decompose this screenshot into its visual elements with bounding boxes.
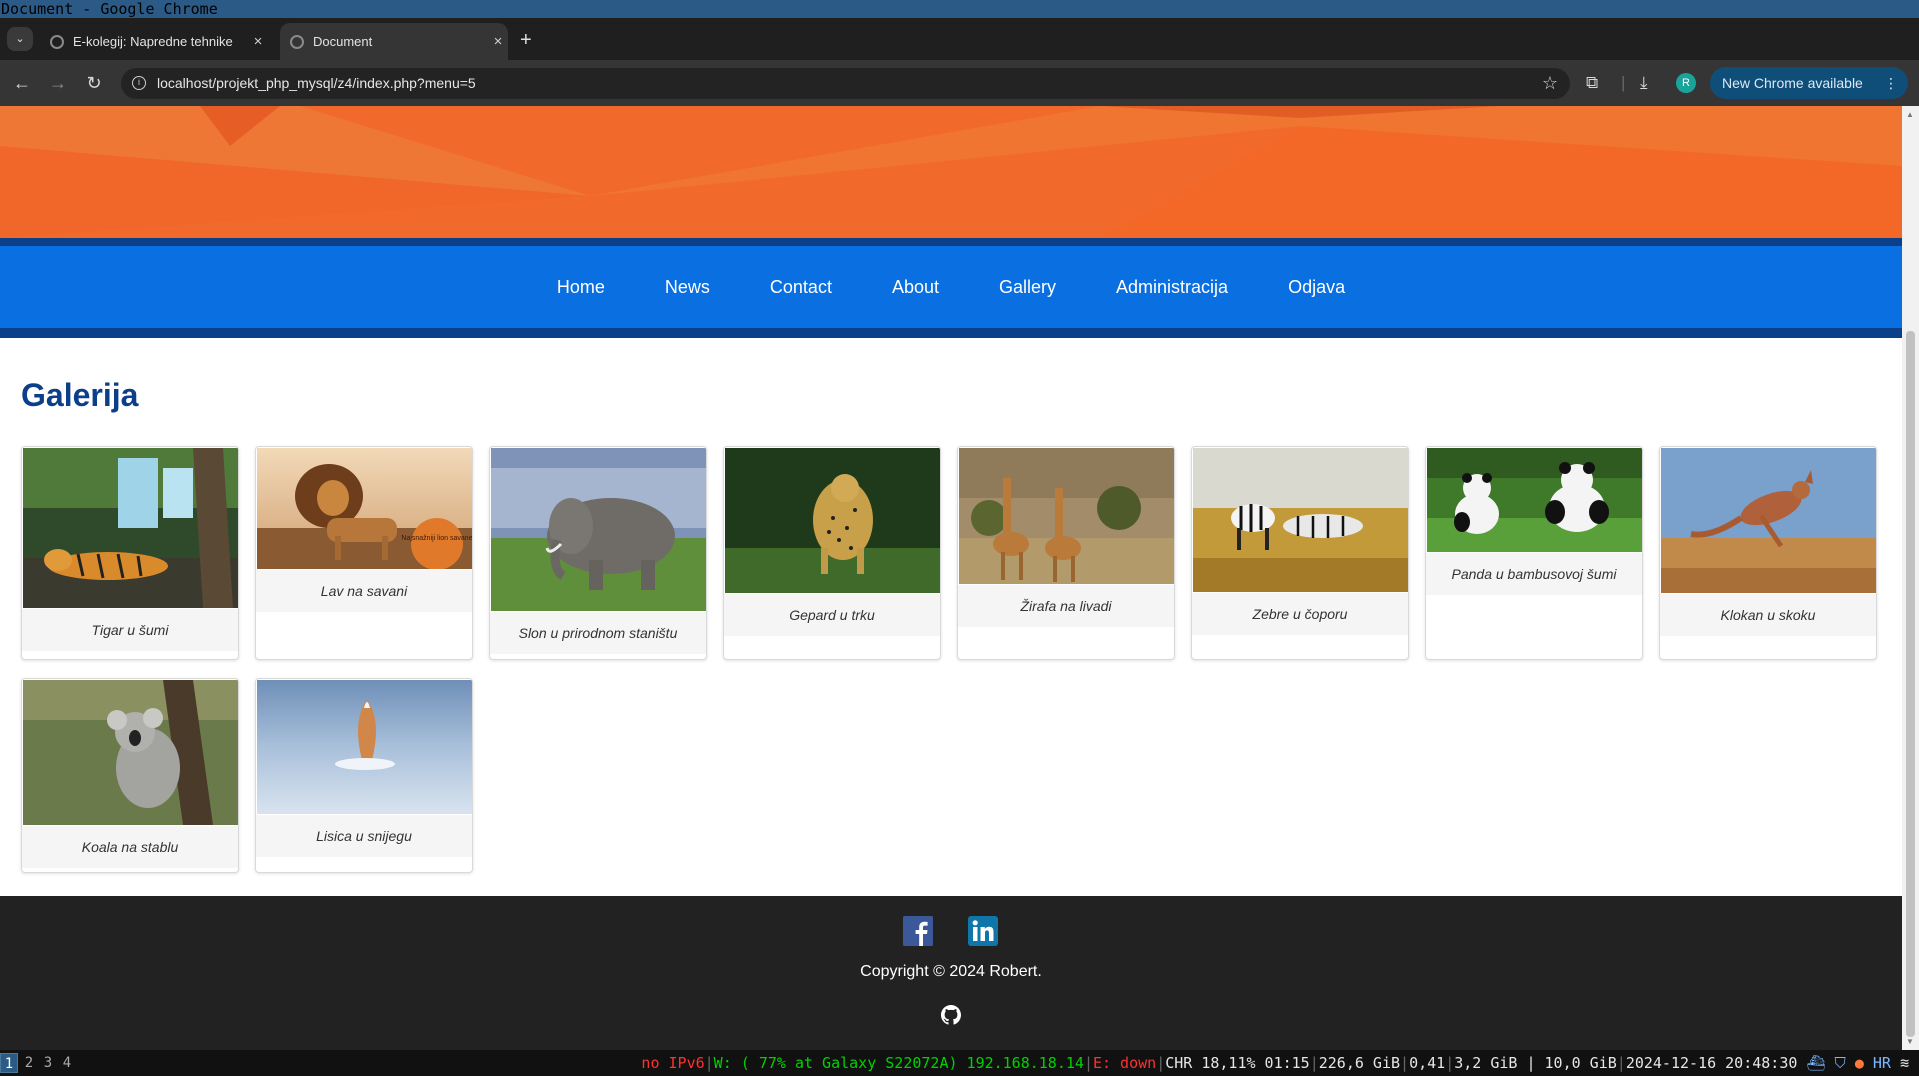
close-icon[interactable]: × [248, 33, 268, 50]
elephant-photo [491, 448, 706, 611]
firefox-icon: ● [1854, 1054, 1864, 1072]
forward-icon[interactable]: → [46, 71, 70, 95]
tab-strip: ⌄ E-kolegij: Napredne tehnike × Document… [0, 18, 1919, 60]
globe-icon [290, 34, 304, 49]
new-tab-button[interactable]: + [520, 30, 532, 50]
system-status-bar: 1 2 3 4 no IPv6|W: ( 77% at Galaxy S2207… [0, 1050, 1919, 1076]
tab-label: E-kolegij: Napredne tehnike [73, 34, 233, 49]
update-chrome-button[interactable]: New Chrome available ⋮ [1710, 67, 1908, 99]
gallery-card[interactable]: Slon u prirodnom staništu [489, 446, 707, 660]
docker-icon: ⛴ [1806, 1054, 1826, 1072]
page-scrollbar[interactable]: ▲ ▼ [1902, 106, 1919, 1050]
status-memory: 3,2 GiB | 10,0 GiB [1454, 1054, 1617, 1072]
koala-photo [23, 680, 238, 825]
wifi-icon: ≋ [1899, 1054, 1909, 1072]
linkedin-icon[interactable] [968, 916, 998, 946]
hero-graphic [0, 106, 1902, 238]
main-nav: Home News Contact About Gallery Administ… [0, 238, 1902, 338]
reload-icon[interactable]: ↻ [82, 71, 106, 95]
back-icon[interactable]: ← [10, 71, 34, 95]
scrollbar-thumb[interactable] [1906, 331, 1915, 1037]
gallery-caption: Slon u prirodnom staništu [490, 612, 706, 654]
gallery-caption: Tigar u šumi [22, 609, 238, 651]
scroll-down-icon[interactable]: ▼ [1906, 1037, 1914, 1046]
gallery-caption: Panda u bambusovoj šumi [1426, 553, 1642, 595]
gallery-caption: Žirafa na livadi [958, 585, 1174, 627]
tab-search-button[interactable]: ⌄ [7, 27, 33, 51]
workspace-1[interactable]: 1 [0, 1053, 18, 1073]
page-viewport: Home News Contact About Gallery Administ… [0, 106, 1902, 1050]
workspace-3[interactable]: 3 [39, 1053, 57, 1073]
status-disk: 226,6 GiB [1318, 1054, 1401, 1072]
status-datetime: 2024-12-16 20:48:30 [1625, 1054, 1798, 1072]
status-wifi: W: ( 77% at Galaxy S22072A) 192.168.18.1… [713, 1054, 1084, 1072]
gallery-card[interactable]: Gepard u trku [723, 446, 941, 660]
keyboard-layout: HR [1872, 1054, 1891, 1072]
facebook-icon[interactable] [903, 916, 933, 946]
toolbar-divider: | [1621, 73, 1626, 92]
giraffe-photo [959, 448, 1174, 584]
gallery-caption: Klokan u skoku [1660, 594, 1876, 636]
window-title: Document - Google Chrome [0, 0, 1919, 18]
nav-odjava[interactable]: Odjava [1288, 276, 1345, 298]
tiger-photo [23, 448, 238, 608]
nav-home[interactable]: Home [557, 276, 605, 298]
tab-label: Document [313, 34, 373, 49]
gallery-caption: Koala na stablu [22, 826, 238, 868]
lion-overlay-text: Najsnažniji lion savane [401, 535, 472, 542]
nav-about[interactable]: About [892, 276, 939, 298]
tab-document[interactable]: Document × [280, 23, 508, 60]
gallery-caption: Lav na savani [256, 570, 472, 612]
page-title: Galerija [21, 377, 139, 413]
gallery-card[interactable]: Tigar u šumi [21, 446, 239, 660]
zebra-photo [1193, 448, 1408, 592]
gallery-card[interactable]: Najsnažniji lion savane Lav na savani [255, 446, 473, 660]
gallery-card[interactable]: Lisica u snijegu [255, 678, 473, 873]
globe-icon [50, 34, 64, 49]
workspace-4[interactable]: 4 [58, 1053, 76, 1073]
url-text: localhost/projekt_php_mysql/z4/index.php… [157, 75, 476, 91]
lion-photo: Najsnažniji lion savane [257, 448, 472, 569]
cheetah-photo [725, 448, 940, 593]
gallery-card[interactable]: Panda u bambusovoj šumi [1425, 446, 1643, 660]
copyright-text: Copyright © 2024 Robert. [860, 963, 1042, 980]
status-blocks: no IPv6|W: ( 77% at Galaxy S22072A) 192.… [641, 1054, 1909, 1072]
gallery-caption: Zebre u čoporu [1192, 593, 1408, 635]
scroll-up-icon[interactable]: ▲ [1906, 110, 1914, 119]
browser-toolbar: ← → ↻ i localhost/projekt_php_mysql/z4/i… [0, 60, 1919, 106]
gallery-card[interactable]: Zebre u čoporu [1191, 446, 1409, 660]
info-icon[interactable]: i [132, 76, 146, 90]
nav-administracija[interactable]: Administracija [1116, 276, 1228, 298]
hero-banner [0, 106, 1902, 238]
gallery-card[interactable]: Klokan u skoku [1659, 446, 1877, 660]
profile-avatar[interactable]: R [1676, 73, 1696, 93]
close-icon[interactable]: × [488, 33, 508, 50]
status-cpu: CHR 18,11% 01:15 [1165, 1054, 1310, 1072]
nav-news[interactable]: News [665, 276, 710, 298]
gallery-caption: Lisica u snijegu [256, 815, 472, 857]
extensions-icon[interactable]: ⧉ [1586, 71, 1598, 95]
shield-icon: ⛉ [1834, 1054, 1846, 1072]
bookmark-star-icon[interactable]: ☆ [1542, 68, 1558, 99]
nav-gallery[interactable]: Gallery [999, 276, 1056, 298]
update-label: New Chrome available [1722, 75, 1863, 91]
panda-photo [1427, 448, 1642, 552]
kangaroo-photo [1661, 448, 1876, 593]
gallery-card[interactable]: Koala na stablu [21, 678, 239, 873]
menu-dots-icon[interactable]: ⋮ [1884, 67, 1898, 99]
download-icon[interactable]: ⤓ [1640, 71, 1648, 95]
workspace-2[interactable]: 2 [20, 1053, 38, 1073]
github-icon[interactable] [941, 1005, 961, 1025]
gallery-card[interactable]: Žirafa na livadi [957, 446, 1175, 660]
status-ethernet: E: down [1092, 1054, 1157, 1072]
tab-ekolegij[interactable]: E-kolegij: Napredne tehnike × [40, 23, 268, 60]
nav-contact[interactable]: Contact [770, 276, 832, 298]
gallery-caption: Gepard u trku [724, 594, 940, 636]
fox-photo [257, 680, 472, 814]
page-footer: Copyright © 2024 Robert. [0, 896, 1902, 1050]
address-bar[interactable]: i localhost/projekt_php_mysql/z4/index.p… [121, 68, 1570, 99]
status-load: 0,41 [1409, 1054, 1446, 1072]
status-ipv6: no IPv6 [641, 1054, 705, 1072]
